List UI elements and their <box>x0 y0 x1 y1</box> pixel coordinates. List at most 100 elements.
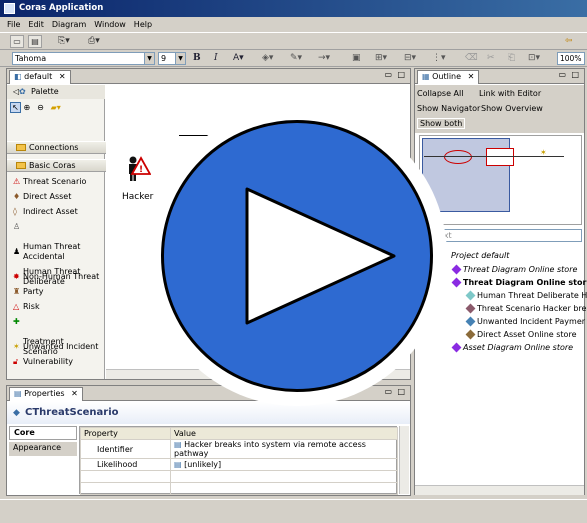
outline-tab-bar: ▦ Outline ✕ ▭ □ <box>415 69 584 84</box>
outline-icon: ▦ <box>422 72 430 81</box>
align-icon[interactable]: ⊟▾ <box>404 52 416 65</box>
overview-threat-scenario <box>444 150 472 164</box>
tree-item-human-threat[interactable]: Human Threat Deliberate H <box>465 290 587 301</box>
svg-text:!: ! <box>139 165 143 175</box>
app-icon <box>4 3 15 14</box>
palette-tools: ↖ ⊕ ⊖ ▰▾ <box>10 102 67 115</box>
text-value-icon: ▤ <box>174 440 182 449</box>
tree-item-threat-diagram[interactable]: Threat Diagram Online store <box>451 264 577 275</box>
palette-item-direct-asset[interactable]: ♦ Direct Asset <box>7 192 107 202</box>
palette-item-risk[interactable]: △ Risk <box>7 302 107 312</box>
palette-item-indirect-asset[interactable]: ◊ Indirect Asset <box>7 207 107 217</box>
drawer-basic-coras[interactable]: Basic Coras <box>7 159 109 172</box>
font-size-select[interactable]: 9 ▼ <box>158 52 186 65</box>
tree-item-unwanted-incident[interactable]: Unwanted Incident Paymer <box>465 316 585 327</box>
value-likelihood[interactable]: ▤ [unlikely] <box>170 458 398 471</box>
table-row[interactable]: Likelihood ▤ [unlikely] <box>80 458 398 471</box>
italic-button[interactable]: I <box>214 52 218 65</box>
tree-item-threat-scenario[interactable]: Threat Scenario Hacker bre <box>465 303 586 314</box>
layout-icon[interactable]: ⋮▾ <box>432 52 446 65</box>
font-color-icon[interactable]: A▾ <box>233 52 244 65</box>
zoom-out-icon[interactable]: ⊖ <box>37 103 48 112</box>
palette-item-vulnerability[interactable]: 🔓︎ Vulnerability <box>7 357 107 367</box>
zoom-select[interactable]: 100% <box>557 52 585 65</box>
folder-icon <box>16 144 26 151</box>
palette-item-threat-scenario[interactable]: ⚠ Threat Scenario <box>7 177 107 187</box>
maximize-icon[interactable]: □ <box>397 70 405 79</box>
delete-icon[interactable]: ⌫ <box>465 52 478 65</box>
select-tool-icon[interactable]: ↖ <box>10 102 21 113</box>
overview-incident-icon: ✶ <box>540 148 547 157</box>
menu-edit[interactable]: Edit <box>24 17 48 32</box>
vulnerability-icon: 🔓︎ <box>13 357 19 366</box>
property-identifier: Identifier <box>80 439 171 459</box>
minimize-icon[interactable]: ▭ <box>384 70 392 79</box>
paste-icon[interactable]: ⎗ <box>508 52 515 65</box>
properties-table: Property Value Identifier ▤ Hacker break… <box>79 426 398 495</box>
tab-properties[interactable]: ▤ Properties ✕ <box>9 387 83 401</box>
menu-help[interactable]: Help <box>130 17 156 32</box>
select-all-icon[interactable]: ▣ <box>352 52 361 65</box>
palette-header: ◁ ✿ Palette <box>7 85 105 99</box>
unwanted-incident-icon: ✶ <box>13 342 20 351</box>
line-color-icon[interactable]: ✎▾ <box>290 52 302 65</box>
tree-item-asset-diagram[interactable]: Asset Diagram Online store <box>451 342 573 353</box>
nav-back-icon[interactable]: ⇦ <box>565 35 573 48</box>
collapse-all-link[interactable]: Collapse All <box>417 89 463 98</box>
zoom-fit-icon[interactable]: ⊡▾ <box>528 52 540 65</box>
human-threat-accidental-icon: ♙ <box>13 222 21 231</box>
tree-item-project[interactable]: Project default <box>451 251 509 261</box>
tree-item-threat-diagram-open[interactable]: Threat Diagram Online stor <box>451 277 586 288</box>
arrange-icon[interactable]: ⊞▾ <box>375 52 387 65</box>
zoom-in-icon[interactable]: ⊕ <box>24 103 35 112</box>
menu-diagram[interactable]: Diagram <box>48 17 90 32</box>
tab-default[interactable]: ◧ default ✕ <box>9 70 71 84</box>
section-core[interactable]: Core <box>9 426 77 440</box>
close-icon[interactable]: ✕ <box>59 72 66 81</box>
treatment-scenario-icon: ✚ <box>13 317 20 326</box>
play-button[interactable] <box>161 120 433 392</box>
element-diamond-icon <box>465 329 476 340</box>
header-value: Value <box>170 427 398 440</box>
diagram-icon: ◧ <box>14 72 22 81</box>
drawer-connections[interactable]: Connections <box>7 141 109 154</box>
palette-item-non-human-threat[interactable]: ✸ Non-Human Threat <box>7 272 107 282</box>
save-icon[interactable]: ▭ <box>10 35 24 48</box>
palette-item-party[interactable]: ♜ Party <box>7 287 107 297</box>
link-with-editor-link[interactable]: Link with Editor <box>479 89 541 98</box>
font-name-select[interactable]: Tahoma ▼ <box>12 52 155 65</box>
tree-item-direct-asset[interactable]: Direct Asset Online store <box>465 329 577 340</box>
hacker-figure-icon[interactable]: ! <box>127 156 152 181</box>
properties-vertical-scrollbar[interactable] <box>399 426 409 494</box>
overview-thumbnail[interactable]: ✶ <box>419 135 582 225</box>
element-diamond-icon <box>465 290 476 301</box>
overview-unwanted-incident <box>486 148 514 166</box>
fill-color-icon[interactable]: ◈▾ <box>262 52 273 65</box>
cut-icon[interactable]: ✂ <box>487 52 495 65</box>
value-identifier[interactable]: ▤ Hacker breaks into system via remote a… <box>170 439 398 459</box>
new-dropdown-icon[interactable]: ⎘▾ <box>58 35 70 48</box>
close-icon[interactable]: ✕ <box>71 389 78 398</box>
properties-title-bar: ◆ CThreatScenario <box>7 402 410 424</box>
menu-file[interactable]: File <box>3 17 24 32</box>
show-overview-link[interactable]: Show Overview <box>481 104 543 113</box>
outline-horizontal-scrollbar[interactable] <box>415 485 584 495</box>
palette-item-unwanted-incident[interactable]: ✶ Unwanted Incident <box>7 342 107 352</box>
close-icon[interactable]: ✕ <box>468 72 475 81</box>
open-dropdown-icon[interactable]: ⎙▾ <box>88 35 100 48</box>
bold-button[interactable]: B <box>193 52 201 65</box>
table-row[interactable]: Identifier ▤ Hacker breaks into system v… <box>80 439 398 459</box>
tab-outline[interactable]: ▦ Outline ✕ <box>417 70 480 84</box>
line-style-icon[interactable]: →▾ <box>318 52 330 65</box>
minimize-icon[interactable]: ▭ <box>558 70 566 79</box>
maximize-icon[interactable]: □ <box>571 70 579 79</box>
outline-links: Collapse All Link with Editor Show Navig… <box>415 85 584 133</box>
section-appearance[interactable]: Appearance <box>9 442 77 456</box>
show-navigator-link[interactable]: Show Navigator <box>417 104 480 113</box>
indirect-asset-icon: ◊ <box>13 207 17 216</box>
element-diamond-icon <box>465 316 476 327</box>
print-icon[interactable]: ▤ <box>28 35 42 48</box>
menu-window[interactable]: Window <box>90 17 130 32</box>
note-tool-icon[interactable]: ▰▾ <box>51 103 67 112</box>
direct-asset-icon: ♦ <box>13 192 21 201</box>
